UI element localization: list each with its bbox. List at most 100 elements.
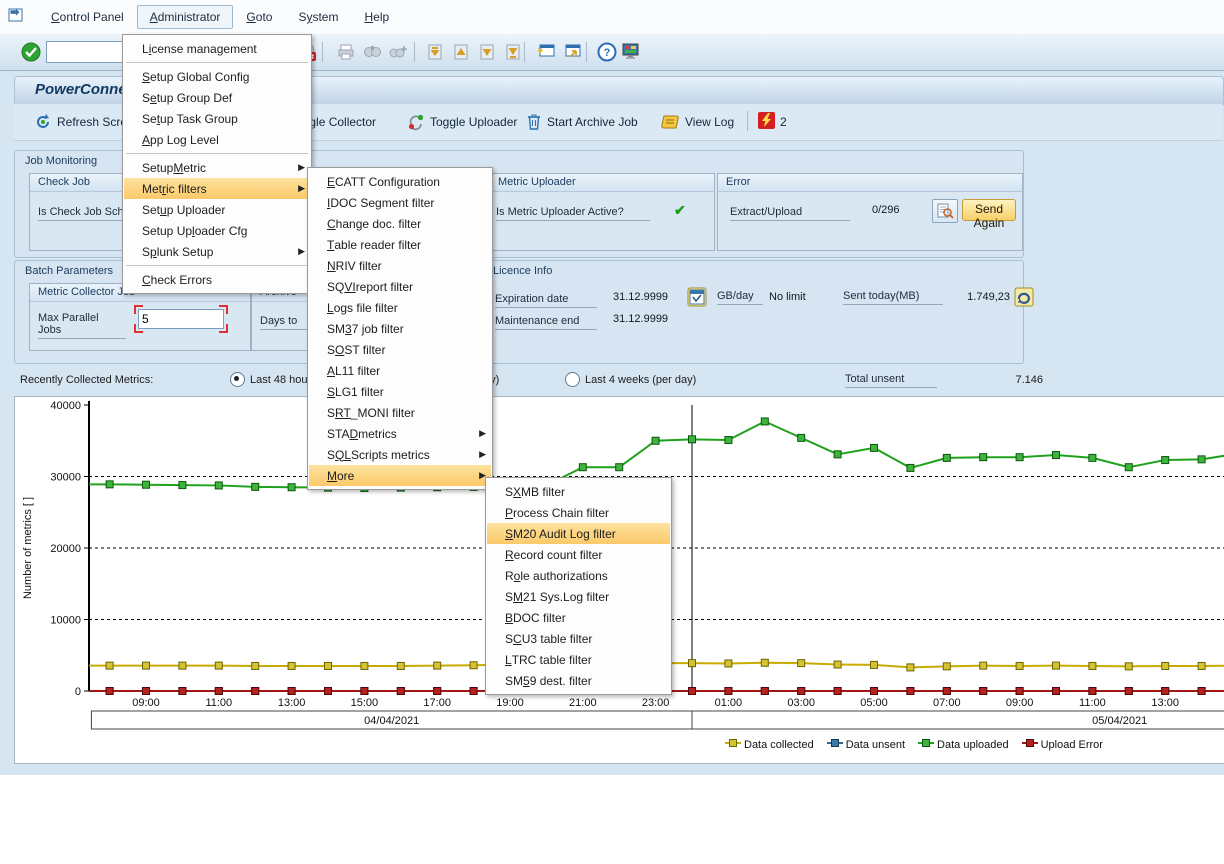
menu-item-app-log-level[interactable]: App Log Level (124, 129, 310, 150)
submenu-arrow-icon: ▶ (479, 449, 486, 460)
find-icon[interactable] (362, 41, 384, 63)
recently-collected-label: Recently Collected Metrics: (20, 374, 153, 386)
svg-text:21:00: 21:00 (569, 697, 597, 709)
menu-item-role-authorizations[interactable]: Role authorizations (487, 565, 670, 586)
customize-layout-icon[interactable] (620, 41, 642, 63)
toggle-uploader-button[interactable]: Toggle Uploader (407, 111, 517, 133)
trash-icon (526, 113, 542, 131)
menu-item-sm20-audit-log-filter[interactable]: SM20 Audit Log filter (487, 523, 670, 544)
menu-item-sxmb-filter[interactable]: SXMB filter (487, 481, 670, 502)
menu-item-change-doc-filter[interactable]: Change doc. filter (309, 213, 491, 234)
menu-item-table-reader-filter[interactable]: Table reader filter (309, 234, 491, 255)
max-parallel-jobs-input[interactable] (138, 309, 224, 329)
new-session-icon[interactable] (536, 41, 558, 63)
menubar-item-goto[interactable]: Goto (233, 5, 285, 29)
menubar-item-control-panel[interactable]: Control Panel (38, 5, 137, 29)
menu-item-bdoc-filter[interactable]: BDOC filter (487, 607, 670, 628)
menu-item-slg1-filter[interactable]: SLG1 filter (309, 381, 491, 402)
start-archive-job-button[interactable]: Start Archive Job (526, 111, 638, 133)
view-log-button[interactable]: View Log (660, 111, 734, 133)
menubar-item-administrator[interactable]: Administrator (137, 5, 234, 29)
last-page-icon[interactable] (502, 41, 524, 63)
menu-item-ecatt-configuration[interactable]: ECATT Configuration (309, 171, 491, 192)
menu-item-check-errors[interactable]: Check Errors (124, 269, 310, 290)
svg-text:?: ? (604, 47, 611, 59)
page-up-icon[interactable] (450, 41, 472, 63)
send-again-button[interactable]: Send Again (962, 199, 1016, 221)
expiration-date-label: Expiration date (495, 292, 597, 308)
gb-day-value: No limit (769, 291, 806, 303)
sent-today-value: 1.749,23 (955, 291, 1010, 303)
menubar-item-help[interactable]: Help (351, 5, 402, 29)
menu-bar-items: Control PanelAdministratorGotoSystemHelp (38, 5, 402, 29)
toolbar-divider (414, 42, 415, 62)
menu-item-setup-task-group[interactable]: Setup Task Group (124, 108, 310, 129)
first-page-icon[interactable] (424, 41, 446, 63)
menu-item-splunk-setup[interactable]: Splunk Setup▶ (124, 241, 310, 262)
svg-text:09:00: 09:00 (1006, 697, 1034, 709)
menu-item-setup-uploader-cfg[interactable]: Setup Uploader Cfg (124, 220, 310, 241)
sap-menu-icon[interactable] (8, 6, 28, 29)
more-submenu: SXMB filterProcess Chain filterSM20 Audi… (485, 477, 672, 695)
max-parallel-jobs-field-wrap (138, 309, 224, 329)
menu-item-ltrc-table-filter[interactable]: LTRC table filter (487, 649, 670, 670)
menu-item-process-chain-filter[interactable]: Process Chain filter (487, 502, 670, 523)
menu-item-license-management[interactable]: License management (124, 38, 310, 59)
menu-item-metric-filters[interactable]: Metric filters▶ (124, 178, 310, 199)
menu-item-more[interactable]: More▶ (309, 465, 491, 486)
svg-text:19:00: 19:00 (496, 697, 524, 709)
menu-item-sm21-sys-log-filter[interactable]: SM21 Sys.Log filter (487, 586, 670, 607)
error-header: Error (718, 174, 1022, 192)
menu-item-stad-metrics[interactable]: STAD metrics▶ (309, 423, 491, 444)
menu-item-record-count-filter[interactable]: Record count filter (487, 544, 670, 565)
menu-item-scu3-table-filter[interactable]: SCU3 table filter (487, 628, 670, 649)
menu-separator (126, 153, 308, 154)
resend-icon[interactable] (1014, 287, 1034, 312)
legend-item-data-unsent: Data unsent (827, 738, 905, 751)
menu-item-sm59-dest-filter[interactable]: SM59 dest. filter (487, 670, 670, 691)
svg-text:0: 0 (75, 686, 81, 698)
menu-item-sost-filter[interactable]: SOST filter (309, 339, 491, 360)
magnifier-doc-icon[interactable] (932, 199, 958, 223)
menu-item-sm37-job-filter[interactable]: SM37 job filter (309, 318, 491, 339)
menu-item-logs-file-filter[interactable]: Logs file filter (309, 297, 491, 318)
menu-item-sqvi-report-filter[interactable]: SQVI report filter (309, 276, 491, 297)
print-icon[interactable] (336, 41, 358, 63)
help-icon[interactable]: ? (596, 41, 618, 63)
menu-item-sql-scripts-metrics[interactable]: SQL Scripts metrics▶ (309, 444, 491, 465)
menu-item-nriv-filter[interactable]: NRIV filter (309, 255, 491, 276)
menu-item-setup-metric[interactable]: Setup Metric▶ (124, 157, 310, 178)
menu-item-setup-group-def[interactable]: Setup Group Def (124, 87, 310, 108)
gb-day-label: GB/day (717, 289, 763, 305)
shortcut-icon[interactable] (562, 41, 584, 63)
error-counter[interactable]: 2 (758, 111, 787, 133)
enter-icon[interactable] (20, 41, 42, 63)
radio-last-48-hours[interactable]: Last 48 hours (230, 372, 317, 387)
submenu-arrow-icon: ▶ (298, 162, 305, 173)
svg-text:05/04/2021: 05/04/2021 (1092, 715, 1147, 727)
radio-label: Last 4 weeks (per day) (585, 374, 696, 386)
total-unsent-value: 7.146 (985, 374, 1043, 386)
licence-info-tray: Licence Info Expiration date 31.12.9999 … (482, 260, 1024, 364)
selection-corner (219, 324, 228, 333)
svg-text:09:00: 09:00 (132, 697, 160, 709)
radio-dot[interactable] (230, 372, 245, 387)
menubar-item-system[interactable]: System (285, 5, 351, 29)
find-next-icon[interactable] (388, 41, 410, 63)
chart-legend: Data collectedData unsentData uploadedUp… (725, 738, 1103, 751)
menu-item-srt-moni-filter[interactable]: SRT_MONI filter (309, 402, 491, 423)
legend-item-data-collected: Data collected (725, 738, 814, 751)
menu-item-al11-filter[interactable]: AL11 filter (309, 360, 491, 381)
selection-corner (219, 305, 228, 314)
svg-text:40000: 40000 (50, 400, 81, 412)
menu-item-setup-uploader[interactable]: Setup Uploader (124, 199, 310, 220)
radio-dot[interactable] (565, 372, 580, 387)
legend-label: Data collected (744, 739, 814, 751)
legend-label: Data uploaded (937, 739, 1009, 751)
radio-last-4-weeks[interactable]: Last 4 weeks (per day) (565, 372, 696, 387)
administrator-menu: License managementSetup Global ConfigSet… (122, 34, 312, 294)
menu-item-idoc-segment-filter[interactable]: IDOC Segment filter (309, 192, 491, 213)
page-down-icon[interactable] (476, 41, 498, 63)
menu-item-setup-global-config[interactable]: Setup Global Config (124, 66, 310, 87)
calendar-icon[interactable] (687, 287, 707, 312)
